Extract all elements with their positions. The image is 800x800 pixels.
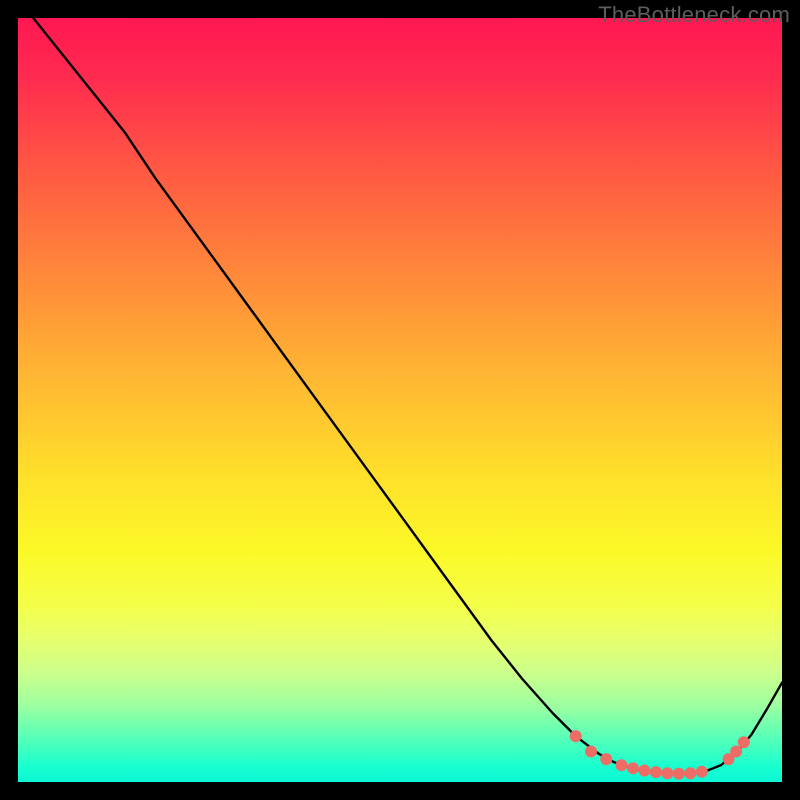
- curve-marker: [616, 759, 628, 771]
- curve-marker: [638, 765, 650, 777]
- curve-marker: [650, 766, 662, 778]
- marker-group: [570, 730, 750, 779]
- chart-container: TheBottleneck.com: [0, 0, 800, 800]
- curve-marker: [696, 766, 708, 778]
- curve-marker: [585, 745, 597, 757]
- curve-marker: [570, 730, 582, 742]
- curve-marker: [673, 768, 685, 780]
- curve-marker: [661, 767, 673, 779]
- curve-marker: [600, 753, 612, 765]
- curve-marker: [730, 745, 742, 757]
- bottleneck-curve: [33, 18, 782, 774]
- watermark-text: TheBottleneck.com: [598, 2, 790, 28]
- plot-area: [18, 18, 782, 782]
- curve-marker: [627, 762, 639, 774]
- curve-marker: [738, 736, 750, 748]
- curve-svg: [18, 18, 782, 782]
- curve-marker: [684, 767, 696, 779]
